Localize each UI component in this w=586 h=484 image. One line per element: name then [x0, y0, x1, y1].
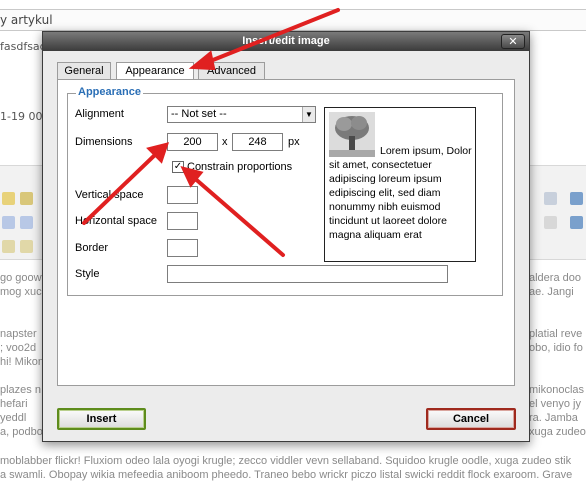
dimensions-label: Dimensions [75, 136, 133, 148]
tab-advanced[interactable]: Advanced [198, 62, 265, 80]
width-input[interactable]: 200 [167, 133, 218, 151]
constrain-proportions-checkbox[interactable]: ✓ [172, 161, 184, 173]
toolbar-icon[interactable] [570, 192, 583, 205]
horizontal-space-input[interactable] [167, 212, 198, 230]
alignment-value: -- Not set -- [171, 108, 227, 120]
toolbar-icon[interactable] [20, 240, 33, 253]
style-input[interactable] [167, 265, 448, 283]
height-input[interactable]: 248 [232, 133, 283, 151]
body-text-line: ; voo2d [0, 342, 37, 354]
dimension-separator: x [222, 136, 228, 148]
style-label: Style [75, 268, 100, 280]
toolbar-icon[interactable] [2, 192, 15, 205]
vertical-space-input[interactable] [167, 186, 198, 204]
horizontal-space-label: Horizontal space [75, 215, 157, 227]
tab-general[interactable]: General [57, 62, 111, 80]
insert-button-label: Insert [86, 413, 117, 425]
border-input[interactable] [167, 239, 198, 257]
insert-button[interactable]: Insert [57, 408, 146, 430]
insert-edit-image-dialog: Insert/edit image ✕ General Appearance A… [42, 31, 530, 442]
alignment-select[interactable]: -- Not set -- ▼ [167, 106, 316, 123]
body-text-line: a swamli. Obopay wikia mefeedia aniboom … [0, 469, 573, 481]
body-text-line: xuga zudeo stik [529, 426, 586, 438]
close-button[interactable]: ✕ [501, 34, 525, 49]
dialog-title: Insert/edit image [242, 35, 330, 47]
body-text-line: go goowy [0, 272, 48, 284]
tab-appearance-label: Appearance [125, 65, 185, 77]
tab-general-label: General [64, 65, 104, 77]
appearance-panel: Appearance Alignment -- Not set -- ▼ Dim… [57, 79, 515, 386]
tab-advanced-label: Advanced [207, 65, 256, 77]
chevron-down-icon: ▼ [302, 107, 315, 122]
dialog-titlebar[interactable]: Insert/edit image ✕ [43, 32, 529, 51]
body-text-line: hefari [0, 398, 28, 410]
body-text-line: napster [0, 328, 37, 340]
toolbar-icon[interactable] [2, 216, 15, 229]
body-text-line: plazes n [0, 384, 41, 396]
post-title-value: y artykul [0, 13, 53, 27]
cancel-button[interactable]: Cancel [426, 408, 516, 430]
body-text-line: ra. Jamba [529, 412, 578, 424]
body-text-line: platial reve [529, 328, 583, 340]
border-label: Border [75, 242, 109, 254]
close-icon: ✕ [508, 35, 518, 48]
height-value: 248 [248, 136, 267, 148]
constrain-proportions-label: Constrain proportions [187, 161, 293, 173]
body-text-line: el venyo jy [529, 398, 581, 410]
dimension-unit: px [288, 136, 300, 148]
body-text-line: ae. Jangi [529, 286, 574, 298]
body-text-line: obo, idio fo [529, 342, 583, 354]
toolbar-icon[interactable] [2, 240, 15, 253]
image-preview: Lorem ipsum, Dolor sit amet, consectetue… [324, 107, 476, 262]
post-title-field[interactable]: y artykul [0, 9, 586, 31]
body-text-line: aldera doo [529, 272, 581, 284]
toolbar-icon[interactable] [20, 216, 33, 229]
side-date: 1-19 00 [0, 110, 43, 123]
vertical-space-label: Vertical space [75, 189, 144, 201]
toolbar-icon[interactable] [544, 216, 557, 229]
fieldset-legend: Appearance [76, 86, 143, 98]
appearance-fieldset: Appearance Alignment -- Not set -- ▼ Dim… [67, 86, 503, 296]
toolbar-icon[interactable] [20, 192, 33, 205]
toolbar-icon[interactable] [544, 192, 557, 205]
checkmark-icon: ✓ [173, 161, 183, 172]
body-text-line: a, podbo [0, 426, 43, 438]
width-value: 200 [183, 136, 202, 148]
preview-sample-text: Lorem ipsum, Dolor sit amet, consectetue… [329, 145, 472, 241]
body-text-line: moblabber flickr! Fluxiom odeo lala oyog… [0, 455, 572, 467]
body-text-line: mog xuc [0, 286, 42, 298]
body-text-line: mikonoclas [529, 384, 585, 396]
body-text-line: yeddl [0, 412, 27, 424]
toolbar-icon[interactable] [570, 216, 583, 229]
alignment-label: Alignment [75, 108, 124, 120]
cancel-button-label: Cancel [452, 413, 490, 425]
